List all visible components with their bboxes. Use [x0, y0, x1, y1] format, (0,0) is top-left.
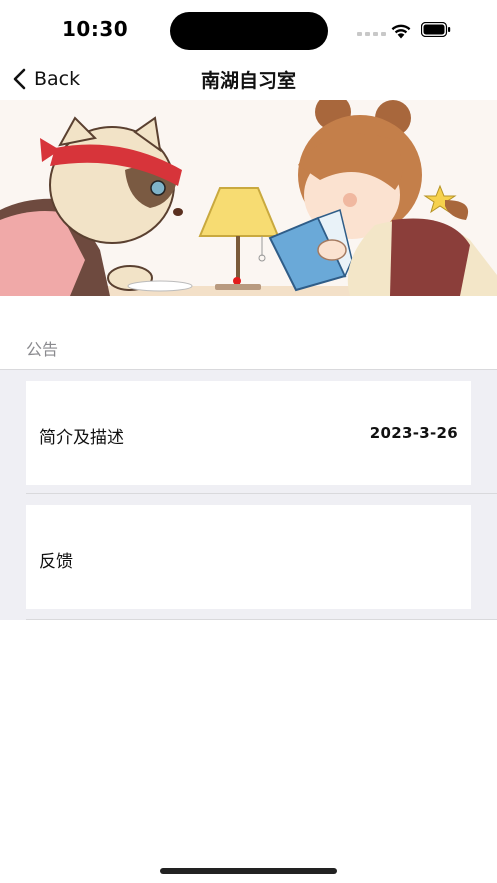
list-item-date: 2023-3-26 [369, 424, 458, 442]
list-item-description[interactable]: 简介及描述 2023-3-26 [26, 381, 471, 485]
battery-icon [421, 22, 451, 37]
page-title: 南湖自习室 [200, 70, 296, 92]
divider [26, 619, 497, 620]
list-item-label: 反馈 [39, 552, 73, 572]
wifi-icon [391, 24, 411, 39]
banner-image [0, 100, 497, 296]
navigation-bar: Back 南湖自习室 [0, 58, 497, 100]
status-bar: 10:30 [0, 0, 497, 58]
section-title: 公告 [26, 340, 59, 359]
cellular-signal-icon [357, 32, 386, 36]
screen: 10:30 Back 南湖自习室 公告 简介及描述 2023-3-26 反馈 [0, 0, 497, 883]
divider [26, 493, 497, 494]
list-item-feedback[interactable]: 反馈 [26, 505, 471, 609]
list-item-label: 简介及描述 [39, 428, 124, 448]
status-time: 10:30 [62, 17, 129, 41]
home-indicator[interactable] [160, 868, 337, 874]
dynamic-island [170, 12, 328, 50]
section-header: 公告 [0, 296, 497, 368]
